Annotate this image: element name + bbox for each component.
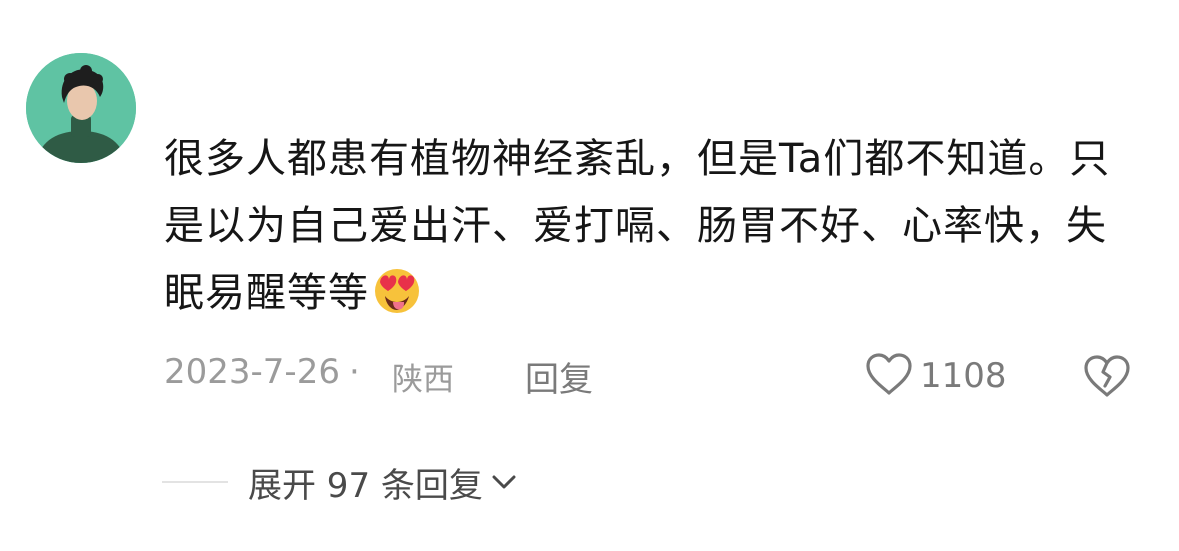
like-count: 1108 — [920, 356, 1007, 396]
comment-text: 很多人都患有植物神经紊乱，但是Ta们都不知道。只是以为自己爱出汗、爱打嗝、肠胃不… — [164, 126, 1124, 327]
chevron-down-icon — [487, 465, 521, 499]
reply-button[interactable]: 回复 — [525, 352, 593, 401]
heart-icon — [864, 351, 914, 401]
divider-line — [162, 481, 228, 483]
avatar[interactable] — [26, 53, 136, 163]
heart-eyes-tongue-emoji-icon — [371, 264, 423, 316]
dislike-button[interactable] — [1082, 352, 1132, 400]
broken-heart-icon — [1082, 355, 1132, 404]
meta-separator: · — [349, 352, 360, 392]
expand-replies-label: 展开 97 条回复 — [248, 465, 483, 506]
expand-replies-row: 展开 97 条回复 — [162, 456, 521, 508]
comment-date: 2023-7-26 — [164, 352, 340, 392]
like-button[interactable]: 1108 — [864, 350, 1007, 402]
comment-body: 很多人都患有植物神经紊乱，但是Ta们都不知道。只是以为自己爱出汗、爱打嗝、肠胃不… — [164, 136, 1111, 316]
comment-location: 陕西 — [392, 362, 454, 398]
expand-replies-button[interactable]: 展开 97 条回复 — [248, 458, 521, 507]
